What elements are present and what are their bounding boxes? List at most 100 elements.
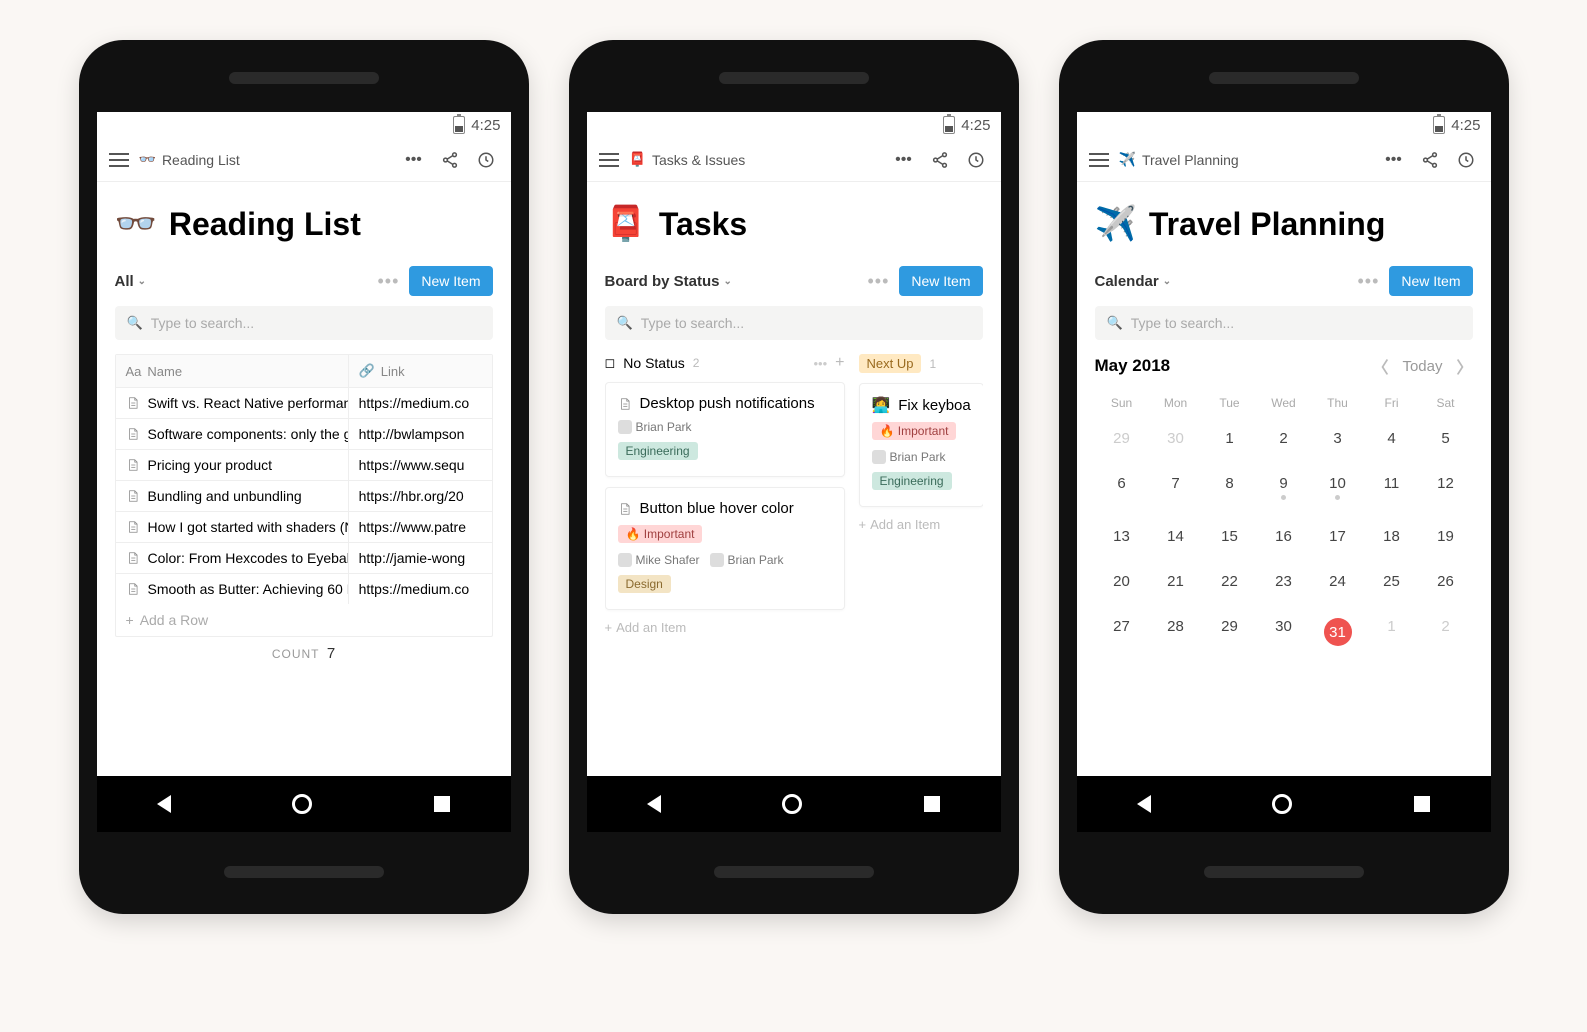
share-icon[interactable] xyxy=(927,147,953,173)
column-header-link[interactable]: 🔗 Link xyxy=(349,355,492,387)
calendar-day[interactable]: 28 xyxy=(1149,604,1203,660)
day-number: 13 xyxy=(1113,528,1130,545)
calendar-day[interactable]: 29 xyxy=(1203,604,1257,660)
calendar-day[interactable]: 1 xyxy=(1203,416,1257,461)
calendar-day[interactable]: 2 xyxy=(1419,604,1473,660)
calendar-day[interactable]: 3 xyxy=(1311,416,1365,461)
table-row[interactable]: Software components: only the giantshttp… xyxy=(116,419,492,450)
calendar-day[interactable]: 29 xyxy=(1095,416,1149,461)
calendar-next-button[interactable]: 〉 xyxy=(1456,354,1472,378)
more-icon[interactable]: ••• xyxy=(891,147,917,173)
nav-home-button[interactable] xyxy=(1272,794,1292,814)
more-icon[interactable]: ••• xyxy=(1381,147,1407,173)
calendar-day[interactable]: 2 xyxy=(1257,416,1311,461)
nav-back-button[interactable] xyxy=(157,795,171,813)
plus-icon: + xyxy=(126,612,134,628)
calendar-day[interactable]: 18 xyxy=(1365,514,1419,559)
calendar-prev-button[interactable]: 〈 xyxy=(1372,354,1388,378)
calendar-day[interactable]: 22 xyxy=(1203,559,1257,604)
calendar-today-button[interactable]: Today xyxy=(1402,358,1442,375)
nav-recent-button[interactable] xyxy=(924,796,940,812)
view-more-icon[interactable]: ••• xyxy=(1357,271,1379,292)
calendar-day[interactable]: 16 xyxy=(1257,514,1311,559)
add-item-button[interactable]: + Add an Item xyxy=(859,517,983,532)
text-type-icon: Aa xyxy=(126,364,142,379)
calendar-day[interactable]: 23 xyxy=(1257,559,1311,604)
view-selector[interactable]: All ⌄ xyxy=(115,273,147,290)
calendar-day[interactable]: 15 xyxy=(1203,514,1257,559)
table-row[interactable]: Bundling and unbundlinghttps://hbr.org/2… xyxy=(116,481,492,512)
share-icon[interactable] xyxy=(437,147,463,173)
view-selector[interactable]: Board by Status ⌄ xyxy=(605,273,732,290)
view-selector[interactable]: Calendar ⌄ xyxy=(1095,273,1172,290)
calendar-day[interactable]: 4 xyxy=(1365,416,1419,461)
nav-back-button[interactable] xyxy=(647,795,661,813)
table-row[interactable]: Smooth as Butter: Achieving 60 FPS Ahttp… xyxy=(116,574,492,604)
calendar-day[interactable]: 26 xyxy=(1419,559,1473,604)
table-row[interactable]: Swift vs. React Native performancehttps:… xyxy=(116,388,492,419)
calendar-day[interactable]: 12 xyxy=(1419,461,1473,514)
table-row[interactable]: How I got started with shaders (Non-Shtt… xyxy=(116,512,492,543)
calendar-day[interactable]: 10 xyxy=(1311,461,1365,514)
nav-home-button[interactable] xyxy=(782,794,802,814)
add-row-button[interactable]: + Add a Row xyxy=(116,604,492,636)
calendar-day[interactable]: 25 xyxy=(1365,559,1419,604)
avatar-icon xyxy=(618,553,632,567)
menu-icon[interactable] xyxy=(599,153,619,167)
column-header-name[interactable]: Aa Name xyxy=(116,355,349,387)
share-icon[interactable] xyxy=(1417,147,1443,173)
calendar-day[interactable]: 1 xyxy=(1365,604,1419,660)
calendar-day[interactable]: 24 xyxy=(1311,559,1365,604)
clock-icon[interactable] xyxy=(963,147,989,173)
calendar-day[interactable]: 19 xyxy=(1419,514,1473,559)
new-item-button[interactable]: New Item xyxy=(409,266,492,296)
calendar-day[interactable]: 5 xyxy=(1419,416,1473,461)
day-number: 22 xyxy=(1221,573,1238,590)
calendar-day[interactable]: 6 xyxy=(1095,461,1149,514)
table-row[interactable]: Color: From Hexcodes to Eyeballshttp://j… xyxy=(116,543,492,574)
new-item-button[interactable]: New Item xyxy=(899,266,982,296)
header-title[interactable]: ✈️ Travel Planning xyxy=(1119,151,1239,168)
nav-recent-button[interactable] xyxy=(1414,796,1430,812)
status-time: 4:25 xyxy=(1451,117,1480,134)
search-icon: 🔍 xyxy=(127,315,143,331)
nav-recent-button[interactable] xyxy=(434,796,450,812)
column-add-icon[interactable]: + xyxy=(835,354,844,372)
board-card[interactable]: Button blue hover color🔥 ImportantMike S… xyxy=(605,487,845,610)
calendar-day[interactable]: 27 xyxy=(1095,604,1149,660)
calendar-day[interactable]: 8 xyxy=(1203,461,1257,514)
cell-link: https://medium.co xyxy=(349,574,492,604)
calendar-day[interactable]: 14 xyxy=(1149,514,1203,559)
menu-icon[interactable] xyxy=(1089,153,1109,167)
new-item-button[interactable]: New Item xyxy=(1389,266,1472,296)
search-input[interactable]: 🔍 Type to search... xyxy=(1095,306,1473,340)
calendar-day[interactable]: 30 xyxy=(1257,604,1311,660)
header-title[interactable]: 👓 Reading List xyxy=(139,151,240,168)
calendar-day[interactable]: 20 xyxy=(1095,559,1149,604)
table-row[interactable]: Pricing your producthttps://www.sequ xyxy=(116,450,492,481)
android-navbar xyxy=(97,776,511,832)
nav-home-button[interactable] xyxy=(292,794,312,814)
menu-icon[interactable] xyxy=(109,153,129,167)
search-input[interactable]: 🔍 Type to search... xyxy=(605,306,983,340)
calendar-day[interactable]: 17 xyxy=(1311,514,1365,559)
view-more-icon[interactable]: ••• xyxy=(867,271,889,292)
calendar-day[interactable]: 21 xyxy=(1149,559,1203,604)
calendar-day[interactable]: 13 xyxy=(1095,514,1149,559)
calendar-day[interactable]: 30 xyxy=(1149,416,1203,461)
board-card[interactable]: Desktop push notificationsBrian ParkEngi… xyxy=(605,382,845,477)
calendar-day[interactable]: 9 xyxy=(1257,461,1311,514)
more-icon[interactable]: ••• xyxy=(401,147,427,173)
nav-back-button[interactable] xyxy=(1137,795,1151,813)
view-more-icon[interactable]: ••• xyxy=(377,271,399,292)
column-more-icon[interactable]: ••• xyxy=(814,356,828,371)
calendar-day[interactable]: 7 xyxy=(1149,461,1203,514)
calendar-day[interactable]: 11 xyxy=(1365,461,1419,514)
clock-icon[interactable] xyxy=(473,147,499,173)
add-item-button[interactable]: + Add an Item xyxy=(605,620,845,635)
clock-icon[interactable] xyxy=(1453,147,1479,173)
header-title[interactable]: 📮 Tasks & Issues xyxy=(629,151,746,168)
board-card[interactable]: 👩‍💻Fix keyboa🔥 ImportantBrian ParkEngine… xyxy=(859,383,983,507)
calendar-day[interactable]: 31 xyxy=(1311,604,1365,660)
search-input[interactable]: 🔍 Type to search... xyxy=(115,306,493,340)
